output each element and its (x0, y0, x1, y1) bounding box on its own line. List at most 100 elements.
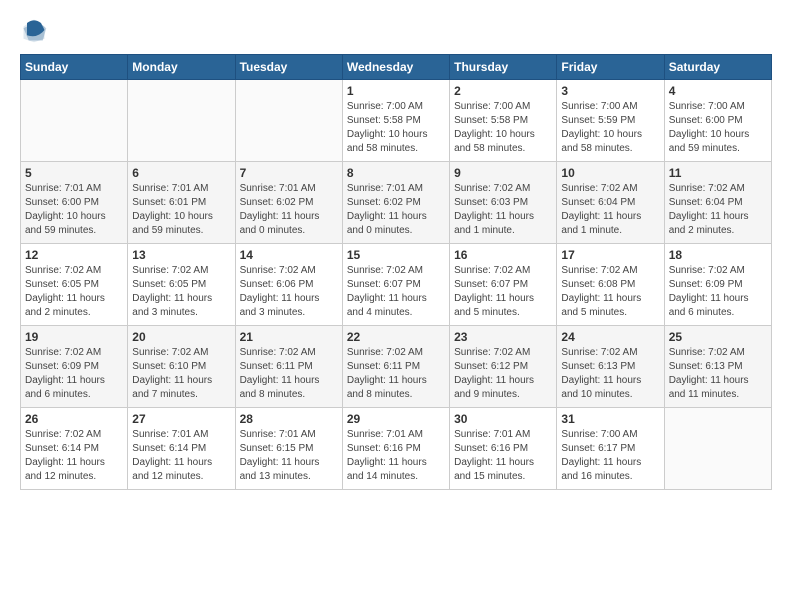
day-number: 12 (25, 248, 123, 262)
calendar-cell: 3 Sunrise: 7:00 AM Sunset: 5:59 PM Daylig… (557, 80, 664, 162)
day-info: Sunrise: 7:02 AM Sunset: 6:03 PM Dayligh… (454, 182, 552, 238)
day-info: Sunrise: 7:00 AM Sunset: 6:17 PM Dayligh… (561, 428, 659, 484)
calendar-cell: 2 Sunrise: 7:00 AM Sunset: 5:58 PM Daylig… (450, 80, 557, 162)
day-info: Sunrise: 7:02 AM Sunset: 6:07 PM Dayligh… (454, 264, 552, 320)
day-number: 17 (561, 248, 659, 262)
day-number: 21 (240, 330, 338, 344)
day-number: 5 (25, 166, 123, 180)
calendar-cell: 27Sunrise: 7:01 AM Sunset: 6:14 PM Dayli… (128, 408, 235, 490)
calendar-cell: 15Sunrise: 7:02 AM Sunset: 6:07 PM Dayli… (342, 244, 449, 326)
calendar-week-row: 26 Sunrise: 7:02 AM Sunset: 6:14 PM Dayli… (21, 408, 772, 490)
day-info: Sunrise: 7:01 AM Sunset: 6:02 PM Dayligh… (240, 182, 338, 238)
day-info: Sunrise: 7:02 AM Sunset: 6:09 PM Dayligh… (669, 264, 767, 320)
day-info: Sunrise: 7:02 AM Sunset: 6:09 PM Dayligh… (25, 346, 123, 402)
weekday-header-wednesday: Wednesday (342, 55, 449, 80)
day-number: 27 (132, 412, 230, 426)
logo (20, 16, 52, 44)
day-info: Sunrise: 7:00 AM Sunset: 5:58 PM Dayligh… (454, 100, 552, 156)
calendar-cell: 16 Sunrise: 7:02 AM Sunset: 6:07 PM Dayli… (450, 244, 557, 326)
day-number: 3 (561, 84, 659, 98)
day-info: Sunrise: 7:02 AM Sunset: 6:07 PM Dayligh… (347, 264, 445, 320)
calendar-header-row: SundayMondayTuesdayWednesdayThursdayFrid… (21, 55, 772, 80)
calendar-cell: 28 Sunrise: 7:01 AM Sunset: 6:15 PM Dayli… (235, 408, 342, 490)
calendar-cell: 14 Sunrise: 7:02 AM Sunset: 6:06 PM Dayli… (235, 244, 342, 326)
calendar-cell: 1 Sunrise: 7:00 AM Sunset: 5:58 PM Daylig… (342, 80, 449, 162)
day-info: Sunrise: 7:02 AM Sunset: 6:04 PM Dayligh… (669, 182, 767, 238)
day-number: 28 (240, 412, 338, 426)
day-number: 26 (25, 412, 123, 426)
weekday-header-monday: Monday (128, 55, 235, 80)
day-number: 30 (454, 412, 552, 426)
calendar-cell (664, 408, 771, 490)
page-header (20, 16, 772, 44)
day-number: 16 (454, 248, 552, 262)
day-number: 6 (132, 166, 230, 180)
calendar-cell (128, 80, 235, 162)
day-info: Sunrise: 7:01 AM Sunset: 6:15 PM Dayligh… (240, 428, 338, 484)
calendar-cell: 6 Sunrise: 7:01 AM Sunset: 6:01 PM Daylig… (128, 162, 235, 244)
calendar-cell: 11 Sunrise: 7:02 AM Sunset: 6:04 PM Dayli… (664, 162, 771, 244)
day-info: Sunrise: 7:02 AM Sunset: 6:11 PM Dayligh… (240, 346, 338, 402)
page-container: SundayMondayTuesdayWednesdayThursdayFrid… (0, 0, 792, 500)
day-info: Sunrise: 7:02 AM Sunset: 6:08 PM Dayligh… (561, 264, 659, 320)
calendar-cell: 5 Sunrise: 7:01 AM Sunset: 6:00 PM Daylig… (21, 162, 128, 244)
day-number: 7 (240, 166, 338, 180)
calendar-cell (21, 80, 128, 162)
calendar-cell: 19Sunrise: 7:02 AM Sunset: 6:09 PM Dayli… (21, 326, 128, 408)
calendar-cell: 9Sunrise: 7:02 AM Sunset: 6:03 PM Daylig… (450, 162, 557, 244)
day-number: 25 (669, 330, 767, 344)
calendar-cell: 8 Sunrise: 7:01 AM Sunset: 6:02 PM Daylig… (342, 162, 449, 244)
day-number: 24 (561, 330, 659, 344)
day-info: Sunrise: 7:01 AM Sunset: 6:00 PM Dayligh… (25, 182, 123, 238)
day-info: Sunrise: 7:02 AM Sunset: 6:05 PM Dayligh… (25, 264, 123, 320)
day-info: Sunrise: 7:01 AM Sunset: 6:02 PM Dayligh… (347, 182, 445, 238)
calendar-week-row: 1 Sunrise: 7:00 AM Sunset: 5:58 PM Daylig… (21, 80, 772, 162)
day-info: Sunrise: 7:02 AM Sunset: 6:06 PM Dayligh… (240, 264, 338, 320)
calendar-cell: 25 Sunrise: 7:02 AM Sunset: 6:13 PM Dayli… (664, 326, 771, 408)
weekday-header-friday: Friday (557, 55, 664, 80)
calendar-cell: 29 Sunrise: 7:01 AM Sunset: 6:16 PM Dayli… (342, 408, 449, 490)
day-info: Sunrise: 7:01 AM Sunset: 6:16 PM Dayligh… (347, 428, 445, 484)
calendar-cell: 4 Sunrise: 7:00 AM Sunset: 6:00 PM Daylig… (664, 80, 771, 162)
day-info: Sunrise: 7:02 AM Sunset: 6:14 PM Dayligh… (25, 428, 123, 484)
day-info: Sunrise: 7:02 AM Sunset: 6:04 PM Dayligh… (561, 182, 659, 238)
calendar-cell: 10 Sunrise: 7:02 AM Sunset: 6:04 PM Dayli… (557, 162, 664, 244)
calendar-cell (235, 80, 342, 162)
logo-icon (20, 16, 48, 44)
day-number: 18 (669, 248, 767, 262)
calendar-week-row: 12 Sunrise: 7:02 AM Sunset: 6:05 PM Dayli… (21, 244, 772, 326)
calendar-week-row: 19Sunrise: 7:02 AM Sunset: 6:09 PM Dayli… (21, 326, 772, 408)
day-info: Sunrise: 7:02 AM Sunset: 6:13 PM Dayligh… (669, 346, 767, 402)
calendar-cell: 13 Sunrise: 7:02 AM Sunset: 6:05 PM Dayli… (128, 244, 235, 326)
day-info: Sunrise: 7:00 AM Sunset: 6:00 PM Dayligh… (669, 100, 767, 156)
day-number: 2 (454, 84, 552, 98)
day-info: Sunrise: 7:02 AM Sunset: 6:11 PM Dayligh… (347, 346, 445, 402)
day-number: 14 (240, 248, 338, 262)
day-info: Sunrise: 7:02 AM Sunset: 6:13 PM Dayligh… (561, 346, 659, 402)
day-info: Sunrise: 7:02 AM Sunset: 6:05 PM Dayligh… (132, 264, 230, 320)
day-number: 29 (347, 412, 445, 426)
day-info: Sunrise: 7:00 AM Sunset: 5:59 PM Dayligh… (561, 100, 659, 156)
weekday-header-saturday: Saturday (664, 55, 771, 80)
day-number: 13 (132, 248, 230, 262)
day-number: 8 (347, 166, 445, 180)
calendar-cell: 22 Sunrise: 7:02 AM Sunset: 6:11 PM Dayli… (342, 326, 449, 408)
day-number: 31 (561, 412, 659, 426)
day-number: 10 (561, 166, 659, 180)
calendar-table: SundayMondayTuesdayWednesdayThursdayFrid… (20, 54, 772, 490)
calendar-cell: 20Sunrise: 7:02 AM Sunset: 6:10 PM Dayli… (128, 326, 235, 408)
calendar-cell: 17 Sunrise: 7:02 AM Sunset: 6:08 PM Dayli… (557, 244, 664, 326)
day-number: 1 (347, 84, 445, 98)
day-info: Sunrise: 7:00 AM Sunset: 5:58 PM Dayligh… (347, 100, 445, 156)
day-number: 22 (347, 330, 445, 344)
calendar-cell: 24 Sunrise: 7:02 AM Sunset: 6:13 PM Dayli… (557, 326, 664, 408)
calendar-cell: 12 Sunrise: 7:02 AM Sunset: 6:05 PM Dayli… (21, 244, 128, 326)
day-info: Sunrise: 7:01 AM Sunset: 6:01 PM Dayligh… (132, 182, 230, 238)
day-number: 11 (669, 166, 767, 180)
day-number: 4 (669, 84, 767, 98)
weekday-header-tuesday: Tuesday (235, 55, 342, 80)
weekday-header-thursday: Thursday (450, 55, 557, 80)
weekday-header-sunday: Sunday (21, 55, 128, 80)
day-number: 20 (132, 330, 230, 344)
calendar-cell: 21 Sunrise: 7:02 AM Sunset: 6:11 PM Dayli… (235, 326, 342, 408)
